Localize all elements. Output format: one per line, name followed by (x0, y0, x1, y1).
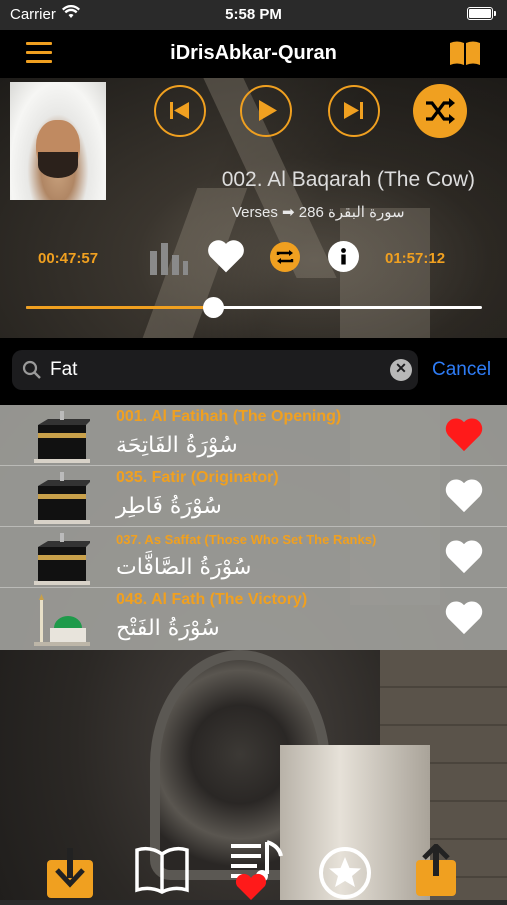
progress-slider[interactable] (26, 297, 482, 318)
next-button[interactable] (328, 85, 380, 137)
battery-icon (467, 7, 496, 20)
verses-label: Verses (232, 204, 278, 221)
info-button[interactable] (328, 241, 359, 272)
favorite-heart-icon[interactable] (444, 538, 484, 580)
kaaba-thumbnail (34, 472, 92, 524)
share-icon (416, 842, 456, 896)
surah-arabic-title: سُوْرَةُ فَاطِر (116, 494, 222, 519)
search-results-list: 001. Al Fatihah (The Opening) سُوْرَةُ ا… (0, 405, 507, 650)
clear-icon: ✕ (395, 360, 407, 376)
status-bar: Carrier 5:58 PM (0, 0, 507, 30)
verses-count: 286 (298, 204, 324, 221)
tab-share[interactable] (416, 842, 456, 901)
verses-info: Verses ➡ 286 سورة البقرة (232, 203, 405, 221)
kaaba-thumbnail (34, 411, 92, 463)
audio-levels-icon (150, 243, 188, 280)
elapsed-time: 00:47:57 (38, 250, 99, 267)
favorite-heart-icon[interactable] (206, 238, 246, 279)
search-icon (22, 360, 42, 385)
cancel-button[interactable]: Cancel (432, 359, 491, 381)
list-item[interactable]: 035. Fatir (Originator) سُوْرَةُ فَاطِر (0, 466, 507, 527)
list-item[interactable]: 048. Al Fath (The Victory) سُوْرَةُ الفَ… (0, 588, 507, 649)
play-button[interactable] (240, 85, 292, 137)
surah-title: 001. Al Fatihah (The Opening) (116, 408, 342, 425)
info-icon (341, 248, 346, 265)
track-title: 002. Al Baqarah (The Cow) (221, 168, 475, 191)
list-item[interactable]: 001. Al Fatihah (The Opening) سُوْرَةُ ا… (0, 405, 507, 466)
surah-title: 048. Al Fath (The Victory) (116, 591, 308, 608)
repeat-button[interactable] (270, 242, 300, 272)
tab-rate[interactable] (318, 846, 372, 905)
list-item[interactable]: 037. As Saffat (Those Who Set The Ranks)… (0, 527, 507, 588)
shuffle-button[interactable] (413, 84, 467, 138)
download-icon (47, 848, 93, 898)
search-field[interactable]: ✕ (12, 350, 418, 390)
tab-bar (0, 838, 507, 900)
favorite-heart-icon[interactable] (444, 416, 484, 458)
surah-title: 035. Fatir (Originator) (116, 469, 279, 486)
surah-arabic-title: سُوْرَةُ الفَتْح (116, 616, 220, 641)
mosque-thumbnail (34, 594, 90, 646)
kaaba-thumbnail (34, 533, 92, 585)
surah-title: 037. As Saffat (Those Who Set The Ranks) (116, 532, 377, 547)
clear-search-button[interactable]: ✕ (390, 359, 412, 381)
surah-arabic-title: سُوْرَةُ الفَاتِحَة (116, 433, 238, 458)
tab-downloads[interactable] (47, 846, 93, 903)
previous-button[interactable] (154, 85, 206, 137)
total-duration: 01:57:12 (385, 250, 446, 267)
favorite-heart-icon[interactable] (444, 477, 484, 519)
surah-arabic-title: سُوْرَةُ الصَّافَّات (116, 555, 252, 580)
nav-bar: iDrisAbkar-Quran (0, 30, 507, 78)
search-bar: ✕ Cancel (0, 338, 507, 405)
search-input[interactable] (50, 355, 370, 385)
favorite-heart-icon[interactable] (444, 599, 484, 641)
star-circle-icon (319, 847, 371, 899)
book-open-icon (135, 846, 189, 894)
app-title: iDrisAbkar-Quran (170, 42, 337, 64)
status-time: 5:58 PM (225, 6, 282, 23)
tab-favorites-playlist[interactable] (227, 838, 285, 905)
progress-fill (26, 306, 213, 309)
repeat-icon (276, 250, 294, 264)
progress-knob[interactable] (202, 297, 224, 318)
surah-arabic-name: سورة البقرة (327, 204, 405, 221)
playlist-heart-icon (231, 840, 283, 900)
shuffle-icon (426, 98, 455, 124)
tab-library[interactable] (134, 846, 190, 899)
bookmark-book-icon[interactable] (449, 40, 481, 71)
arrow-right-icon: ➡ (282, 204, 295, 221)
